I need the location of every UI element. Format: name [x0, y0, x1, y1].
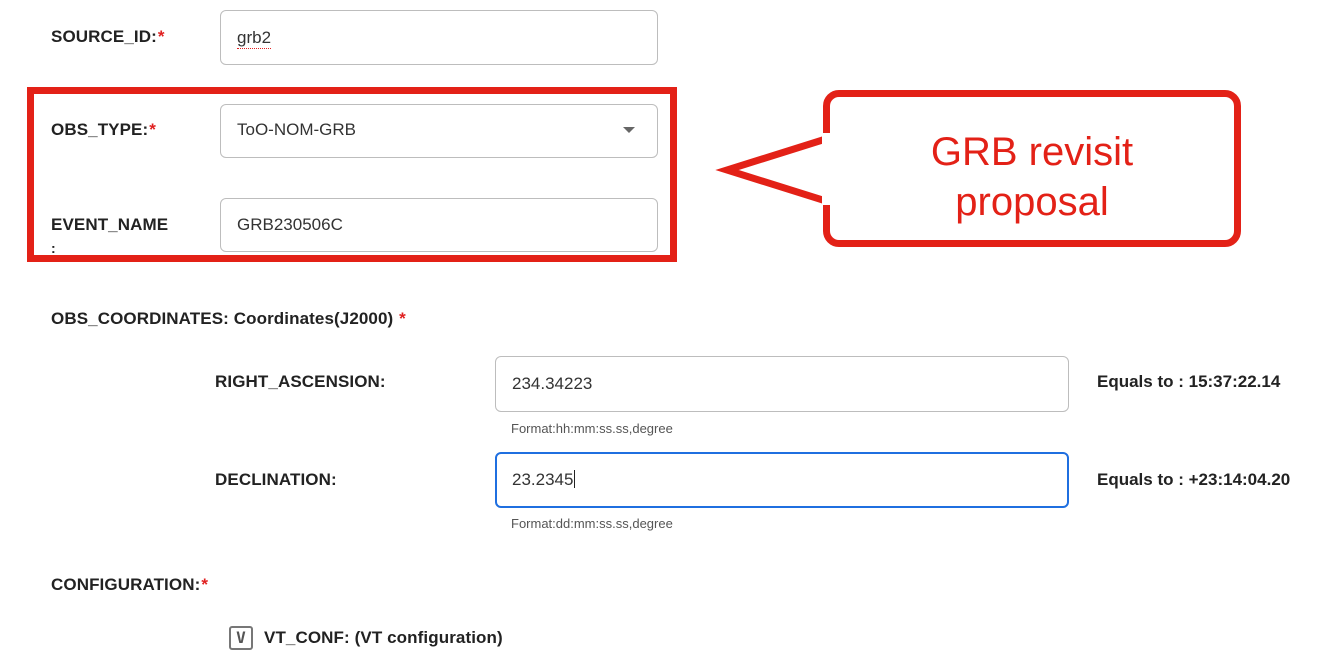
source-id-label-text: SOURCE_ID: [51, 27, 157, 46]
declination-input[interactable]: 23.2345 [495, 452, 1069, 508]
right-ascension-input[interactable]: 234.34223 [495, 356, 1069, 412]
event-name-input[interactable]: GRB230506C [220, 198, 658, 252]
callout-line-2: proposal [955, 180, 1109, 224]
event-name-label: EVENT_NAME [51, 215, 169, 234]
right-ascension-equals: Equals to : 15:37:22.14 [1097, 372, 1281, 391]
event-name-label-colon: : [51, 240, 56, 256]
required-mark: * [149, 120, 156, 139]
callout-pointer [715, 133, 833, 207]
declination-equals: Equals to : +23:14:04.20 [1097, 470, 1291, 489]
right-ascension-format-hint: Format:hh:mm:ss.ss,degree [511, 421, 673, 436]
right-ascension-label: RIGHT_ASCENSION: [215, 372, 386, 391]
declination-label: DECLINATION: [215, 470, 337, 489]
callout-text: GRB revisit proposal [830, 127, 1234, 227]
source-id-label: SOURCE_ID:* [51, 27, 165, 47]
source-id-value: grb2 [237, 28, 272, 49]
right-ascension-value: 234.34223 [512, 374, 593, 393]
required-mark: * [399, 309, 406, 328]
configuration-label-text: CONFIGURATION: [51, 575, 201, 594]
chevron-down-icon[interactable] [623, 127, 635, 133]
callout-box: GRB revisit proposal [822, 90, 1241, 247]
event-name-value: GRB230506C [237, 215, 343, 234]
declination-format-hint: Format:dd:mm:ss.ss,degree [511, 516, 673, 531]
vt-conf-toggle-icon[interactable]: V [229, 626, 253, 650]
configuration-label: CONFIGURATION:* [51, 575, 208, 595]
callout-line-1: GRB revisit [930, 130, 1134, 174]
obs-type-label: OBS_TYPE:* [51, 120, 156, 140]
obs-type-label-text: OBS_TYPE: [51, 120, 149, 139]
declination-value: 23.2345 [512, 470, 574, 489]
vt-conf-label[interactable]: VT_CONF: (VT configuration) [264, 628, 503, 648]
obs-type-selected-value: ToO-NOM-GRB [237, 120, 356, 139]
required-mark: * [157, 27, 165, 46]
source-id-input[interactable]: grb2 [220, 10, 658, 65]
obs-type-select[interactable]: ToO-NOM-GRB [220, 104, 658, 158]
obs-coordinates-heading: OBS_COORDINATES: Coordinates(J2000) * [51, 309, 406, 329]
required-mark: * [201, 575, 209, 594]
text-cursor [574, 470, 576, 488]
obs-coordinates-heading-text: OBS_COORDINATES: Coordinates(J2000) [51, 309, 394, 328]
